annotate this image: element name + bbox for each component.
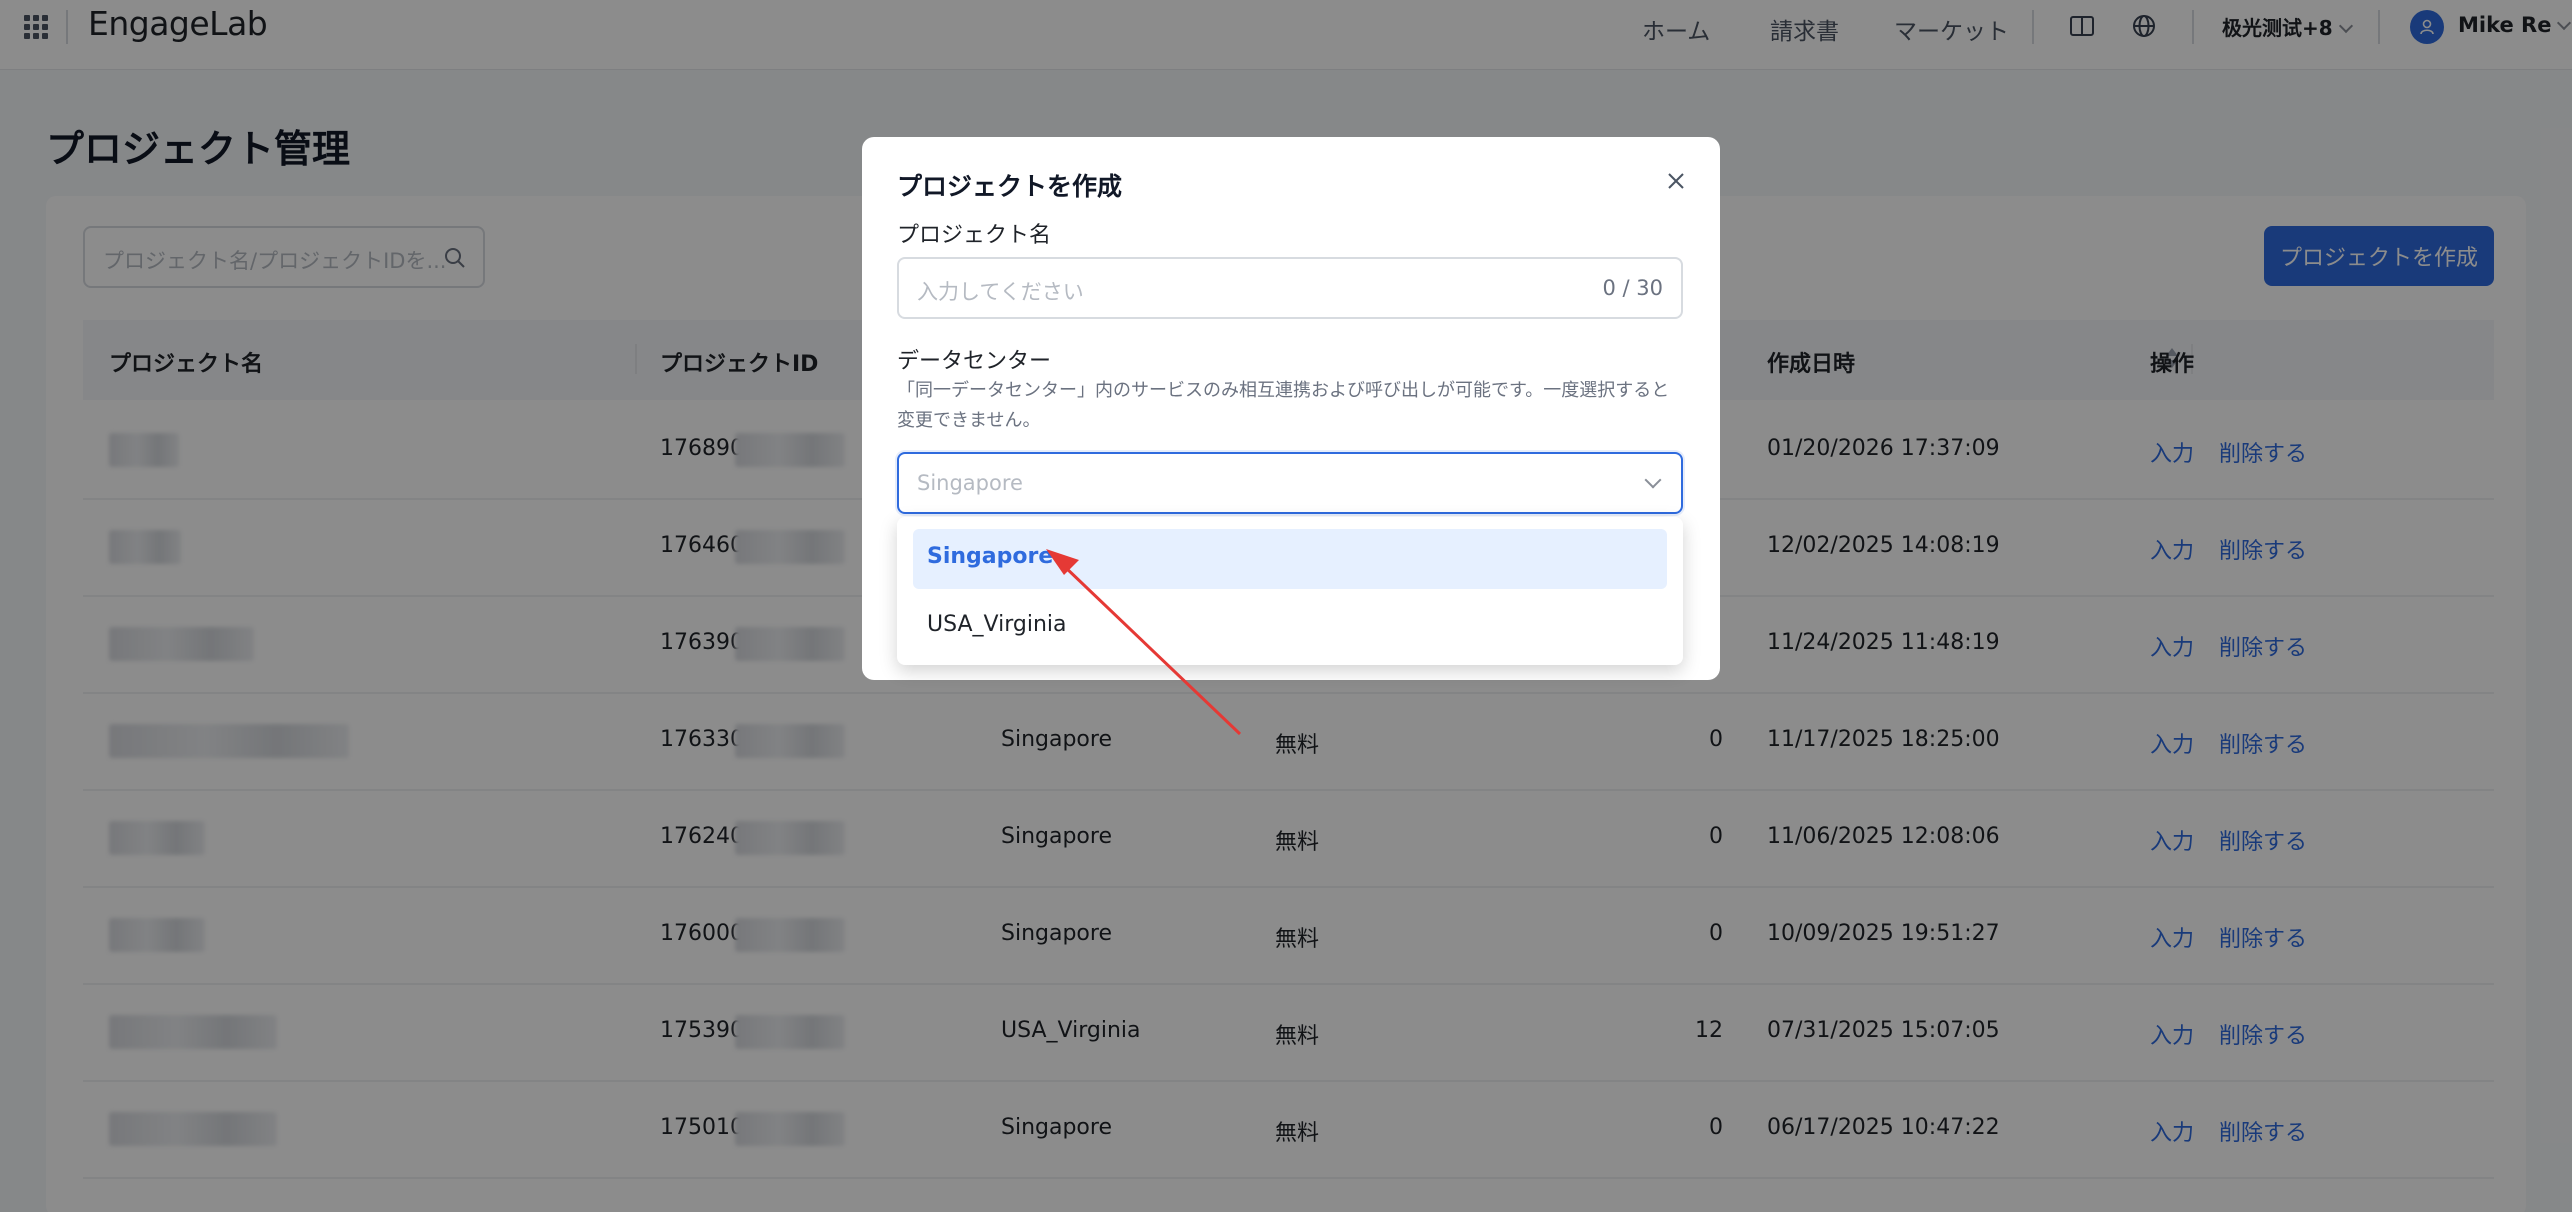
chevron-down-icon xyxy=(1644,471,1662,489)
option-usa-virginia[interactable]: USA_Virginia xyxy=(913,597,1667,657)
data-center-select[interactable]: Singapore xyxy=(897,452,1683,514)
project-name-input[interactable]: 入力してください 0 / 30 xyxy=(897,257,1683,319)
close-icon[interactable] xyxy=(1662,167,1690,195)
data-center-hint: 「同一データセンター」内のサービスのみ相互連携および呼び出しが可能です。一度選択… xyxy=(897,380,1670,431)
project-name-label: プロジェクト名 xyxy=(897,223,1052,248)
char-counter: 0 / 30 xyxy=(1602,276,1663,300)
modal-title: プロジェクトを作成 xyxy=(897,172,1123,201)
data-center-label: データセンター xyxy=(897,349,1052,374)
project-name-placeholder: 入力してください xyxy=(917,280,1084,304)
data-center-dropdown: Singapore USA_Virginia xyxy=(897,517,1683,665)
data-center-placeholder: Singapore xyxy=(917,471,1023,495)
option-singapore[interactable]: Singapore xyxy=(913,529,1667,589)
